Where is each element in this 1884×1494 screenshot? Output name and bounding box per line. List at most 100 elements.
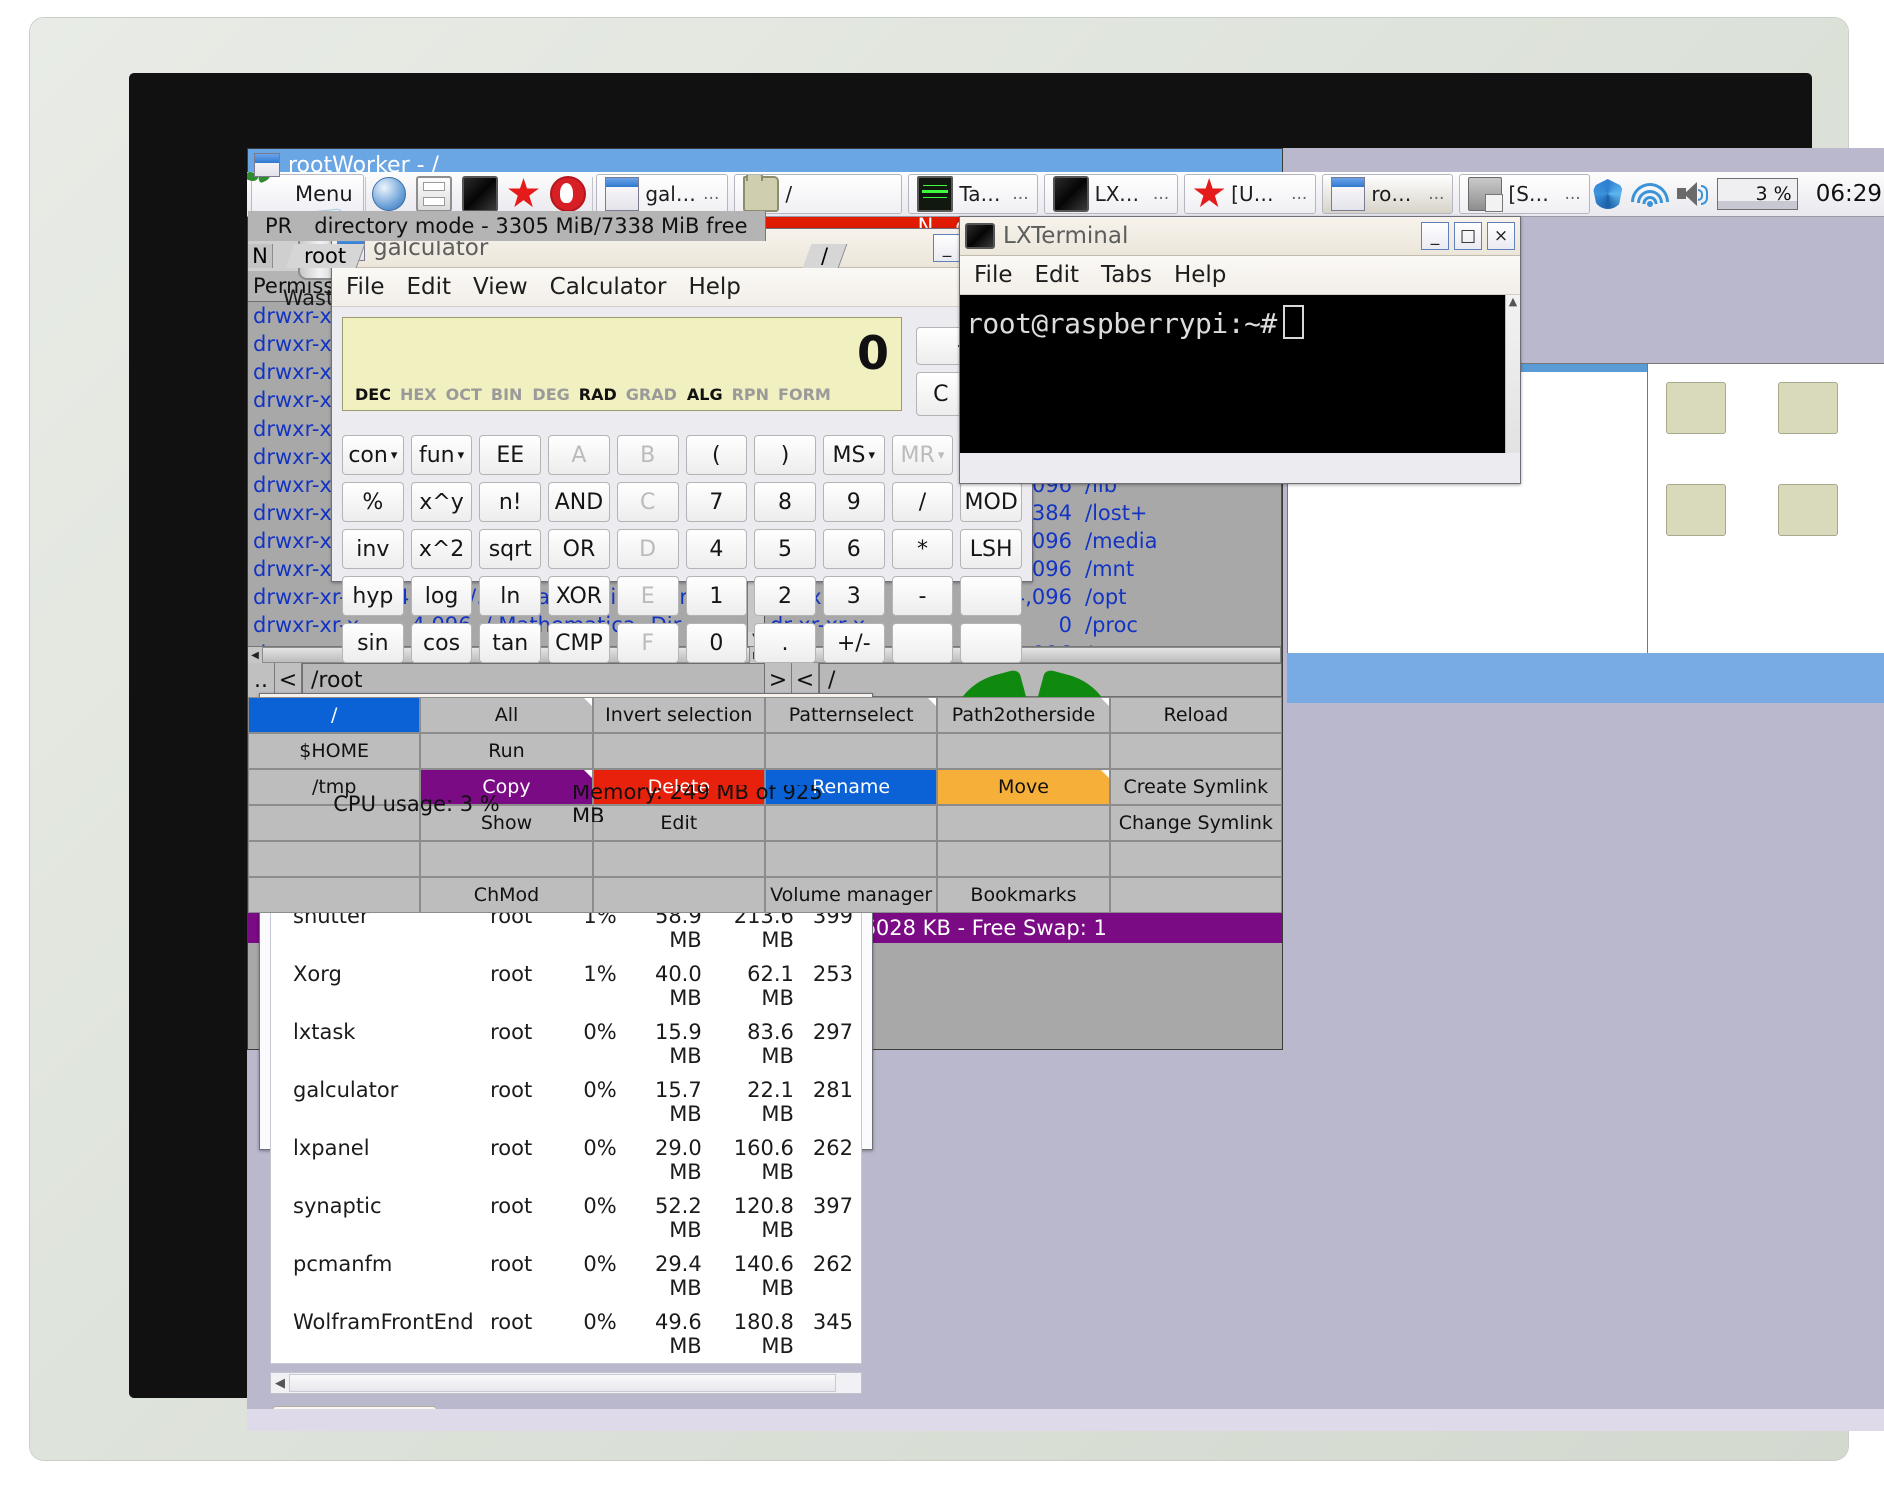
calc-key-x[interactable]: . <box>754 623 816 663</box>
rw-button-run[interactable]: Run <box>420 733 593 769</box>
process-row[interactable]: Xorg root 1% 40.0 MB 62.1 MB 253 <box>271 957 861 1015</box>
calc-key-e[interactable]: E <box>616 576 679 616</box>
calc-key-tan[interactable]: tan <box>479 623 542 663</box>
calc-key-x[interactable]: ( <box>685 435 748 475</box>
taskbar-task-taskmanager[interactable]: Task M ... <box>908 174 1038 214</box>
calc-key-c[interactable]: C <box>616 482 679 522</box>
calc-key-x[interactable]: * <box>891 529 954 569</box>
rw-button-patternselect[interactable]: Patternselect <box>764 697 938 733</box>
launcher-terminal[interactable] <box>457 174 503 214</box>
rw-button-bookmarks[interactable]: Bookmarks <box>937 877 1110 913</box>
rw-button-move[interactable]: Move <box>937 769 1110 805</box>
calc-key-+x-[interactable]: +/- <box>822 623 885 663</box>
left-path-prev-button[interactable]: < <box>275 663 302 697</box>
rw-button-chmod[interactable]: ChMod <box>420 877 593 913</box>
scroll-thumb[interactable] <box>289 1374 836 1392</box>
scroll-left-icon[interactable]: ◀ <box>271 1376 289 1391</box>
calc-key-xxy[interactable]: x^y <box>410 482 473 522</box>
calc-key-and[interactable]: AND <box>548 482 610 522</box>
scroll-up-icon[interactable]: ▲ <box>1506 295 1520 309</box>
process-row[interactable]: WolframFrontEnd root 0% 49.6 MB 180.8 MB 345 <box>271 1305 861 1363</box>
calc-key-a[interactable]: A <box>548 435 610 475</box>
right-path-prev-button[interactable]: < <box>792 663 819 697</box>
calc-key-1[interactable]: 1 <box>685 576 748 616</box>
launcher-file-manager[interactable] <box>411 174 457 214</box>
menu-edit[interactable]: Edit <box>1035 262 1080 288</box>
terminal-scrollbar[interactable]: ▲ <box>1505 295 1520 453</box>
left-mode-info[interactable]: PR directory mode - 3305 MiB/7338 MiB fr… <box>248 211 766 241</box>
calc-key-b[interactable]: B <box>616 435 679 475</box>
calc-key-9[interactable]: 9 <box>822 482 885 522</box>
background-window-two[interactable] <box>1647 363 1884 655</box>
menu-tabs[interactable]: Tabs <box>1101 262 1152 288</box>
calc-key-log[interactable]: log <box>410 576 473 616</box>
calc-key-nx[interactable]: n! <box>479 482 542 522</box>
calc-key-cmp[interactable]: CMP <box>548 623 610 663</box>
rw-button-create-symlink[interactable]: Create Symlink <box>1109 769 1282 805</box>
parent-dir-button[interactable]: .. <box>248 663 275 697</box>
calc-key-fun[interactable]: fun ▾ <box>410 435 473 475</box>
calc-key-x[interactable]: / <box>891 482 954 522</box>
scroll-left-icon[interactable]: ◀ <box>248 650 262 661</box>
calc-key-7[interactable]: 7 <box>685 482 748 522</box>
left-tab[interactable]: root <box>285 244 366 268</box>
menu-calculator[interactable]: Calculator <box>550 274 667 300</box>
taskbar-task-mathematica[interactable]: [Untitle ... <box>1184 174 1317 214</box>
rw-button--[interactable]: / <box>248 697 421 733</box>
calc-key-6[interactable]: 6 <box>822 529 885 569</box>
wifi-icon[interactable] <box>1630 181 1669 207</box>
left-path-input[interactable]: /root <box>302 663 765 697</box>
calc-key-cos[interactable]: cos <box>410 623 473 663</box>
rw-button-volume-manager[interactable]: Volume manager <box>764 877 938 913</box>
process-row[interactable]: synaptic root 0% 52.2 MB 120.8 MB 397 <box>271 1189 861 1247</box>
calc-key-8[interactable]: 8 <box>754 482 816 522</box>
calc-key-f[interactable]: F <box>616 623 679 663</box>
menu-edit[interactable]: Edit <box>407 274 452 300</box>
left-path-next-button[interactable]: > <box>765 663 792 697</box>
calc-key-inv[interactable]: inv <box>342 529 404 569</box>
rw-button-change-symlink[interactable]: Change Symlink <box>1109 805 1282 841</box>
menu-file[interactable]: File <box>974 262 1013 288</box>
taskbar-task-rootworker[interactable]: rootWo ... <box>1322 174 1454 214</box>
calc-key-or[interactable]: OR <box>548 529 610 569</box>
maximize-button[interactable]: □ <box>1454 222 1482 250</box>
cpu-monitor-applet[interactable]: 3 % <box>1716 178 1798 210</box>
menu-view[interactable]: View <box>473 274 528 300</box>
minimize-button[interactable]: _ <box>933 234 961 262</box>
rw-button-invert-selection[interactable]: Invert selection <box>592 697 765 733</box>
process-row[interactable]: lxpanel root 0% 29.0 MB 160.6 MB 262 <box>271 1131 861 1189</box>
launcher-mathematica[interactable] <box>503 174 545 214</box>
process-row[interactable]: pcmanfm root 0% 29.4 MB 140.6 MB 262 <box>271 1247 861 1305</box>
calc-key-sqrt[interactable]: sqrt <box>479 529 542 569</box>
launcher-wolfram[interactable] <box>545 174 591 214</box>
launcher-web-browser[interactable] <box>367 174 411 214</box>
calc-key-mr[interactable]: MR ▾ <box>891 435 954 475</box>
minimize-button[interactable]: _ <box>1421 222 1449 250</box>
close-button[interactable]: × <box>1487 222 1515 250</box>
calc-key-xx2[interactable]: x^2 <box>410 529 473 569</box>
calc-key-sin[interactable]: sin <box>342 623 404 663</box>
clock[interactable]: 06:29 <box>1808 181 1882 207</box>
volume-icon[interactable] <box>1676 181 1708 207</box>
rw-button-all[interactable]: All <box>420 697 593 733</box>
process-table-hscrollbar[interactable]: ◀ <box>270 1372 862 1394</box>
menu-file[interactable]: File <box>346 274 385 300</box>
calc-key-3[interactable]: 3 <box>822 576 885 616</box>
rw-button-reload[interactable]: Reload <box>1109 697 1282 733</box>
calc-key-mod[interactable]: MOD <box>960 482 1022 522</box>
calc-key-con[interactable]: con ▾ <box>342 435 404 475</box>
calc-key-2[interactable]: 2 <box>754 576 816 616</box>
calc-key-4[interactable]: 4 <box>685 529 748 569</box>
start-menu-button[interactable]: Menu <box>251 174 364 214</box>
swirl-icon[interactable] <box>1592 179 1623 209</box>
calc-key-ms[interactable]: MS ▾ <box>822 435 885 475</box>
menu-help[interactable]: Help <box>1174 262 1226 288</box>
taskbar-task-lxterminal[interactable]: LXTerm ... <box>1043 174 1179 214</box>
calc-key--[interactable]: - <box>891 576 954 616</box>
calc-key-lsh[interactable]: LSH <box>960 529 1022 569</box>
calc-key-xor[interactable]: XOR <box>548 576 610 616</box>
terminal-output[interactable]: root@raspberrypi:~# ▲ <box>960 295 1520 453</box>
taskbar-task-galculator[interactable]: galcula ... <box>596 174 729 214</box>
lxterminal-titlebar[interactable]: LXTerminal _ □ × <box>960 217 1520 256</box>
calc-key-ee[interactable]: EE <box>479 435 542 475</box>
